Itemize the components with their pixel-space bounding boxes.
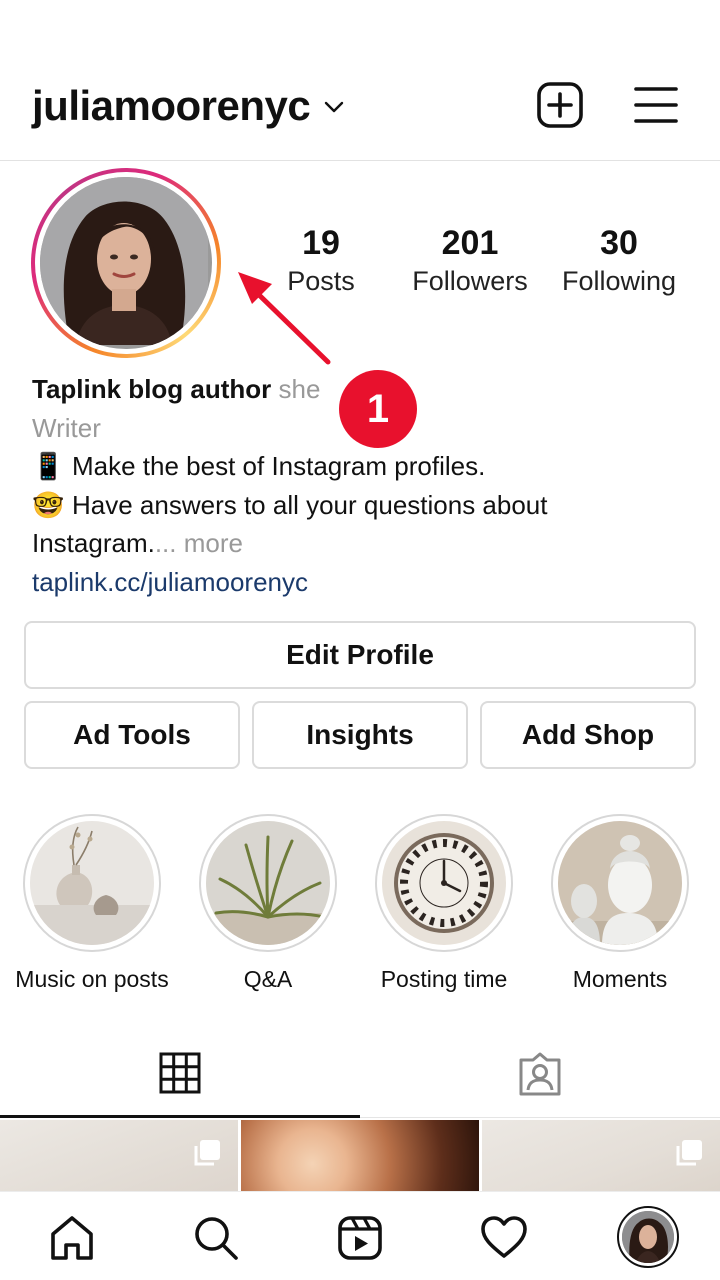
wall-clock-thumbnail [382,821,506,945]
add-shop-button[interactable]: Add Shop [480,701,696,769]
posts-grid [0,1120,720,1193]
home-icon [51,1216,93,1260]
annotation-arrow [238,272,331,365]
highlight-music-on-posts[interactable]: Music on posts [4,814,180,993]
highlight-label: Moments [572,966,668,992]
bio-line-1: 📱 Make the best of Instagram profiles. [32,447,692,486]
bio-line-1-text: Make the best of Instagram profiles. [72,451,486,481]
tab-tagged[interactable] [360,1030,720,1118]
nerd-face-emoji-icon: 🤓 [32,489,65,520]
nav-reels[interactable] [334,1212,386,1264]
followers-number: 201 [441,224,499,262]
display-name: Taplink blog author [32,374,272,404]
carousel-icon [676,1140,702,1166]
insights-button[interactable]: Insights [252,701,468,769]
pronoun: she [278,374,321,404]
following-number: 30 [600,224,638,262]
following-label: Following [561,266,677,296]
nav-home[interactable] [46,1212,98,1264]
carousel-icon [194,1140,220,1166]
profile-header: juliamoorenyc [0,0,720,161]
more-link[interactable]: ... more [155,528,243,558]
post-thumbnail[interactable] [0,1120,238,1193]
bio-line-3-text: Instagram. [32,528,155,558]
profile-avatar[interactable] [31,168,221,358]
menu-button[interactable] [631,80,681,130]
nav-activity[interactable] [478,1212,530,1264]
posts-number: 19 [302,224,340,262]
air-plant-thumbnail [206,821,330,945]
highlight-label: Posting time [380,966,508,992]
highlight-posting-time[interactable]: Posting time [356,814,532,993]
menu-icon [634,87,678,123]
new-post-button[interactable] [535,80,585,130]
highlight-qa[interactable]: Q&A [180,814,356,993]
account-switcher[interactable]: juliamoorenyc [32,80,344,132]
post-thumbnail[interactable] [482,1120,720,1193]
bio-website-link[interactable]: taplink.cc/juliamoorenyc [32,563,692,602]
profile-avatar-icon [622,1211,674,1263]
followers-label: Followers [412,266,528,296]
tagged-icon [519,1052,561,1096]
nav-profile[interactable] [617,1206,679,1268]
annotation-badge: 1 [339,370,417,448]
followers-count[interactable]: 201 Followers [408,222,532,298]
ad-tools-button[interactable]: Ad Tools [24,701,240,769]
highlight-label: Q&A [243,966,293,992]
bio-line-2: 🤓 Have answers to all your questions abou… [32,486,692,525]
bottom-navigation [0,1191,720,1280]
post-thumbnail[interactable] [241,1120,479,1193]
vases-thumbnail [30,821,154,945]
bio-line-2-text: Have answers to all your questions about [72,489,548,520]
new-post-icon [537,82,583,128]
search-icon [195,1217,238,1260]
tab-posts-grid[interactable] [0,1030,360,1118]
following-count[interactable]: 30 Following [554,222,684,298]
username: juliamoorenyc [32,82,311,129]
highlight-label: Music on posts [15,966,169,992]
chevron-down-icon [324,100,344,118]
nav-search[interactable] [190,1212,242,1264]
grid-icon [159,1052,201,1093]
bio-line-3: Instagram.... more [32,524,692,563]
buddha-statue-thumbnail [558,821,682,945]
avatar-photo [40,177,212,349]
profile-tabs [0,1030,720,1118]
highlight-moments[interactable]: Moments [532,814,708,993]
reels-icon [338,1216,382,1260]
edit-profile-button[interactable]: Edit Profile [24,621,696,689]
phone-emoji-icon: 📱 [32,451,65,481]
heart-icon [481,1216,527,1258]
